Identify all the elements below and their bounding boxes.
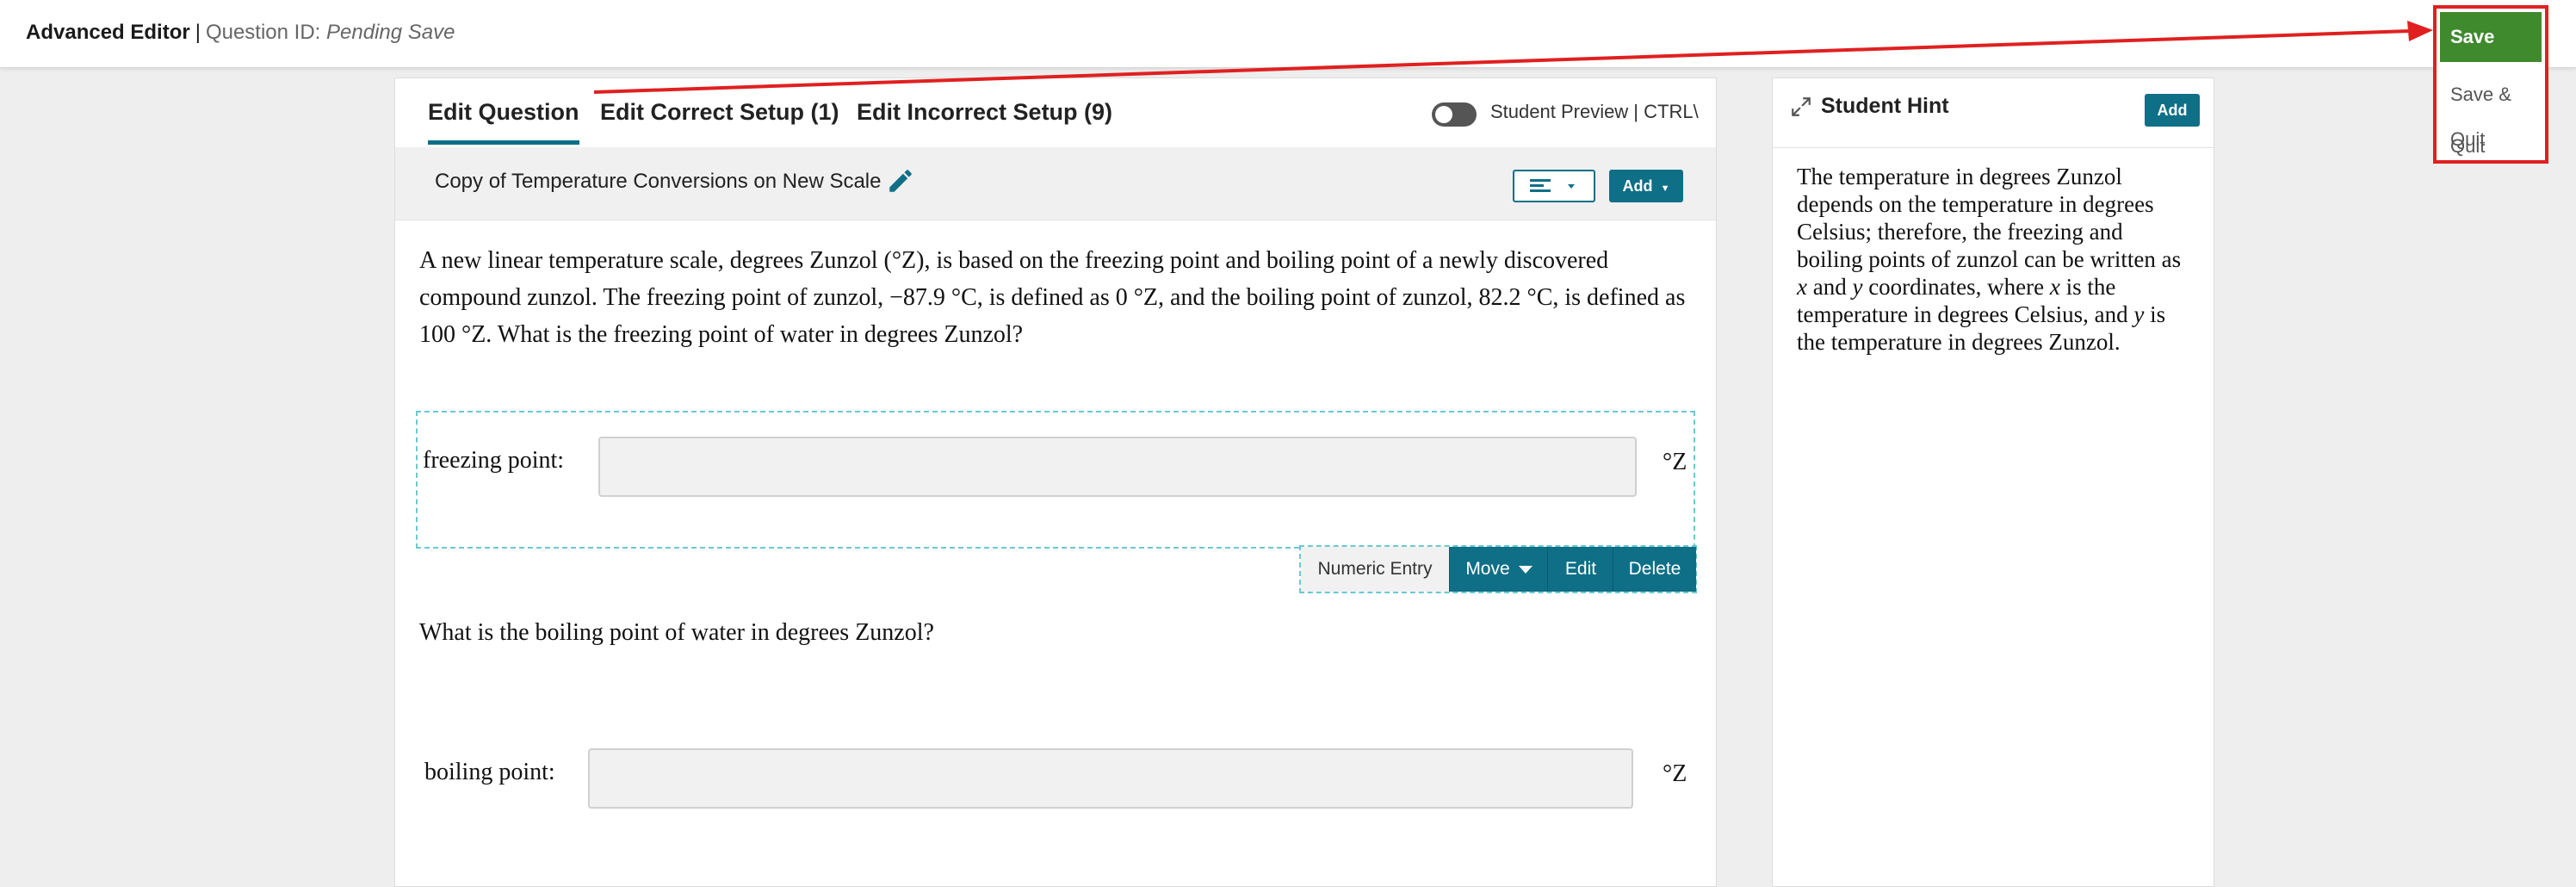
- toggle-knob: [1435, 106, 1452, 123]
- editor-name: Advanced Editor: [26, 21, 190, 44]
- entry-toolbar: Numeric Entry Move Edit Delete: [1299, 545, 1697, 593]
- student-preview-label: Student Preview | CTRL\: [1490, 101, 1699, 122]
- delete-button[interactable]: Delete: [1613, 547, 1696, 592]
- app-title: Advanced Editor | Question ID: Pending Sav…: [26, 19, 455, 47]
- freezing-point-input[interactable]: [598, 437, 1637, 497]
- question-editor-card: Edit Question Edit Correct Setup (1) Edi…: [394, 78, 1717, 887]
- hint-add-button[interactable]: Add: [2145, 94, 2200, 127]
- freezing-point-unit: °Z: [1663, 449, 1687, 475]
- freezing-point-label: freezing point:: [423, 447, 565, 474]
- student-hint-panel: Student Hint Add The temperature in degr…: [1772, 78, 2214, 887]
- hint-header: Student Hint Add: [1773, 78, 2214, 148]
- tab-edit-correct-setup[interactable]: Edit Correct Setup (1): [600, 97, 839, 140]
- save-menu: Save Save & Quit Quit: [2433, 5, 2548, 164]
- student-preview-toggle[interactable]: [1432, 102, 1477, 127]
- move-button[interactable]: Move: [1449, 547, 1548, 592]
- variable-y: y: [2133, 301, 2145, 327]
- hint-text: The temperature in degrees Zunzol depend…: [1797, 163, 2189, 356]
- tab-edit-question[interactable]: Edit Question: [428, 97, 579, 145]
- hint-text-part: The temperature in degrees Zunzol depend…: [1797, 164, 2182, 272]
- variable-x: x: [2049, 274, 2060, 300]
- question-title: Copy of Temperature Conversions on New S…: [435, 170, 882, 193]
- question-title-bar: Copy of Temperature Conversions on New S…: [395, 147, 1716, 220]
- numeric-entry-type-label: Numeric Entry: [1301, 547, 1449, 592]
- move-button-label: Move: [1465, 559, 1510, 579]
- hint-text-part: and: [1806, 274, 1853, 300]
- question-body: A new linear temperature scale, degrees …: [419, 247, 1686, 348]
- quit-button[interactable]: Quit: [2440, 124, 2545, 169]
- second-prompt: What is the boiling point of water in de…: [419, 619, 934, 646]
- caret-down-icon: [1518, 565, 1533, 574]
- question-id-value: Pending Save: [326, 21, 455, 44]
- save-button[interactable]: Save: [2440, 12, 2542, 62]
- add-button-label: Add: [1622, 177, 1653, 195]
- title-separator: |: [195, 21, 201, 44]
- variable-x: x: [1797, 274, 1807, 300]
- boiling-point-input[interactable]: [588, 748, 1633, 809]
- top-bar: Advanced Editor | Question ID: Pending Sav…: [0, 0, 2576, 68]
- tab-edit-incorrect-setup[interactable]: Edit Incorrect Setup (9): [857, 97, 1112, 140]
- add-dropdown-button[interactable]: Add ▼: [1609, 170, 1683, 202]
- text-align-dropdown[interactable]: [1513, 170, 1595, 202]
- variable-y: y: [1852, 274, 1863, 300]
- align-left-icon: [1530, 179, 1575, 192]
- tab-bar: Edit Question Edit Correct Setup (1) Edi…: [395, 78, 1716, 148]
- numeric-entry-block[interactable]: freezing point: °Z: [416, 411, 1695, 549]
- save-and-quit-button[interactable]: Save & Quit: [2440, 72, 2545, 150]
- pencil-edit-icon[interactable]: [886, 166, 915, 195]
- edit-button[interactable]: Edit: [1547, 547, 1613, 592]
- hint-text-part: coordinates, where: [1862, 274, 2050, 300]
- boiling-point-unit: °Z: [1663, 760, 1687, 787]
- hint-title: Student Hint: [1821, 94, 1949, 118]
- question-id-label: Question ID:: [205, 21, 321, 44]
- expand-icon[interactable]: [1790, 96, 1812, 118]
- boiling-point-label: boiling point:: [424, 759, 555, 785]
- caret-down-icon: ▼: [1660, 183, 1670, 194]
